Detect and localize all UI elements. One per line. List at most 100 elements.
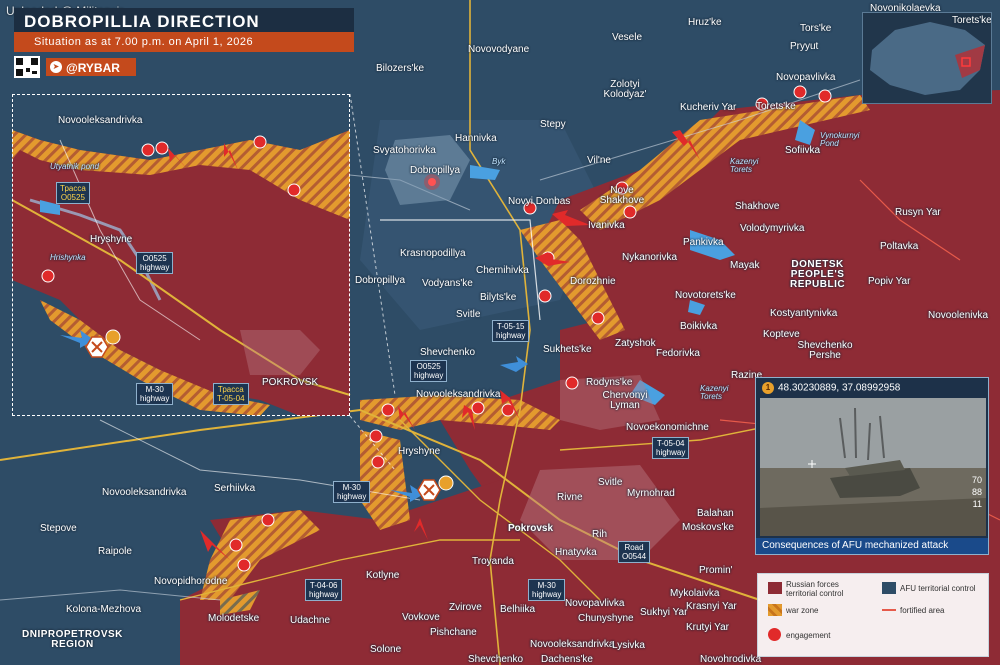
settlement-label: Novooleksandrivka [102,487,187,498]
region-dnipro: DNIPROPETROVSK REGION [22,629,123,650]
settlement-label: Pryyut [790,41,819,52]
settlement-label: Balahan [697,508,734,519]
settlement-label: Udachne [290,615,331,626]
settlement-label: Dachens'ke [541,654,593,665]
inset-settlement-label: Hryshyne [90,234,133,245]
settlement-label: Fedorivka [656,348,700,359]
photo-coords-text: 48.30230889, 37.08992958 [778,382,901,394]
settlement-label: Svyatohorivka [373,145,436,156]
road-label: Road O0544 [618,541,651,563]
engagement-icon [768,628,781,641]
settlement-label: Vodyans'ke [422,278,473,289]
settlement-label: Hnatyvka [555,547,597,558]
settlement-label: Bilozers'ke [376,63,425,74]
settlement-label: Novooleksandrivka [530,639,615,650]
settlement-label: Shevchenko [468,654,524,665]
water-label: Vynokurnyi Pond [820,131,860,148]
settlement-label: Rivne [557,492,583,503]
settlement-label: Belhiika [500,604,536,615]
settlement-label: Chunyshyne [578,613,634,624]
settlement-label: Kucheriv Yar [680,102,737,113]
settlement-label: Lysivka [612,640,645,651]
inset-settlement-label: Novooleksandrivka [58,115,143,126]
settlement-label: Sukhets'ke [543,344,592,355]
settlement-label: Vesele [612,32,643,43]
inset-water-label: Hrishynka [50,253,86,262]
settlement-label: Hruz'ke [688,17,722,28]
photo-side-number: 11 [972,499,982,509]
settlement-label: Zatyshok [615,338,656,349]
settlement-label: Kolona-Mezhova [66,604,142,615]
legend-afu-label: AFU territorial control [900,584,976,593]
road-label: M-30 highway [333,481,371,503]
settlement-label: Solone [370,644,402,655]
settlement-label: Sofiivka [785,145,821,156]
settlement-label: Svitle [456,309,481,320]
settlement-label: Pankivka [683,237,724,248]
water-label: Byk [492,157,506,166]
settlement-label: Novopavlivka [776,72,836,83]
brand-label: @RYBAR [66,61,120,75]
settlement-label: Bilyts'ke [480,292,517,303]
settlement-label: Novyi Donbas [508,196,571,207]
water-label: Kazenyi Torets [730,157,759,174]
legend-engagement-label: engagement [786,631,831,640]
road-label: O0525 highway [410,360,448,382]
settlement-label: Rih [592,529,608,540]
legend-russian-label: Russian forces territorial control [786,580,844,598]
settlement-label: Ivanivka [588,220,625,231]
inset-road-label: O0525 highway [136,252,174,274]
settlement-label: Pokrovsk [508,523,554,534]
settlement-label: Krutyi Yar [686,622,729,633]
photo-side-number: 88 [971,487,982,497]
settlement-label: Svitle [598,477,623,488]
city-marker-icon [424,174,440,190]
settlement-label: Pishchane [430,627,477,638]
settlement-label: Novovodyane [468,44,530,55]
telegram-icon: ➤ [50,61,62,73]
settlement-label: Boikivka [680,321,718,332]
settlement-label: Moskovs'ke [682,522,734,533]
road-label: M-30 highway [528,579,566,601]
map-legend: Russian forces territorial control AFU t… [757,573,989,657]
photo-card[interactable]: 1 48.30230889, 37.08992958 70 88 11 Conse… [755,377,989,555]
photo-badge: 1 [762,382,774,394]
region-donetsk: DONETSK PEOPLE'S REPUBLIC [790,259,846,290]
inset-road-label: Трасса T-05-04 [213,383,249,405]
legend-warzone-swatch [768,604,782,616]
settlement-label: Sukhyi Yar [640,607,688,618]
settlement-label: Novoekonomichne [626,422,709,433]
settlement-label: Promin' [699,565,733,576]
water-label: Kazenyi Torets [700,384,729,401]
settlement-label: Raipole [98,546,132,557]
settlement-label: Rusyn Yar [895,207,941,218]
settlement-label: Novotorets'ke [675,290,736,301]
settlement-label: Stepove [40,523,77,534]
legend-russian-swatch [768,582,782,594]
inset-settlement-label: POKROVSK [262,377,319,388]
settlement-label: Vovkove [402,612,440,623]
settlement-label: Nykanorivka [622,252,678,263]
settlement-label: Krasnyi Yar [686,601,737,612]
inset-water-label: Utyatnik pond [50,162,99,171]
map-subtitle: Situation as at 7.00 p.m. on April 1, 20… [34,36,254,48]
settlement-label: Nove Shakhove [599,185,645,206]
inset-road-label: M-30 highway [136,383,174,405]
settlement-label: Novoolenivka [928,310,989,321]
minimap-frame [862,12,992,104]
legend-warzone-label: war zone [786,606,819,615]
settlement-label: Zolotyi Kolodyaz' [603,79,647,100]
settlement-label: Zvirove [449,602,482,613]
settlement-label: Troyanda [472,556,514,567]
settlement-label: Kotlyne [366,570,400,581]
qr-code-icon[interactable] [14,56,40,78]
settlement-label: Chernihivka [476,265,529,276]
settlement-label: Poltavka [880,241,919,252]
photo-image: 70 88 11 [760,398,986,536]
settlement-label: Popiv Yar [868,276,911,287]
settlement-label: Novopidhorodne [154,576,228,587]
road-label: T-05-15 highway [492,320,530,342]
settlement-label: Kostyantynivka [770,308,838,319]
legend-fortified-swatch [882,609,896,611]
settlement-label: Shevchenko Pershe [797,340,853,361]
